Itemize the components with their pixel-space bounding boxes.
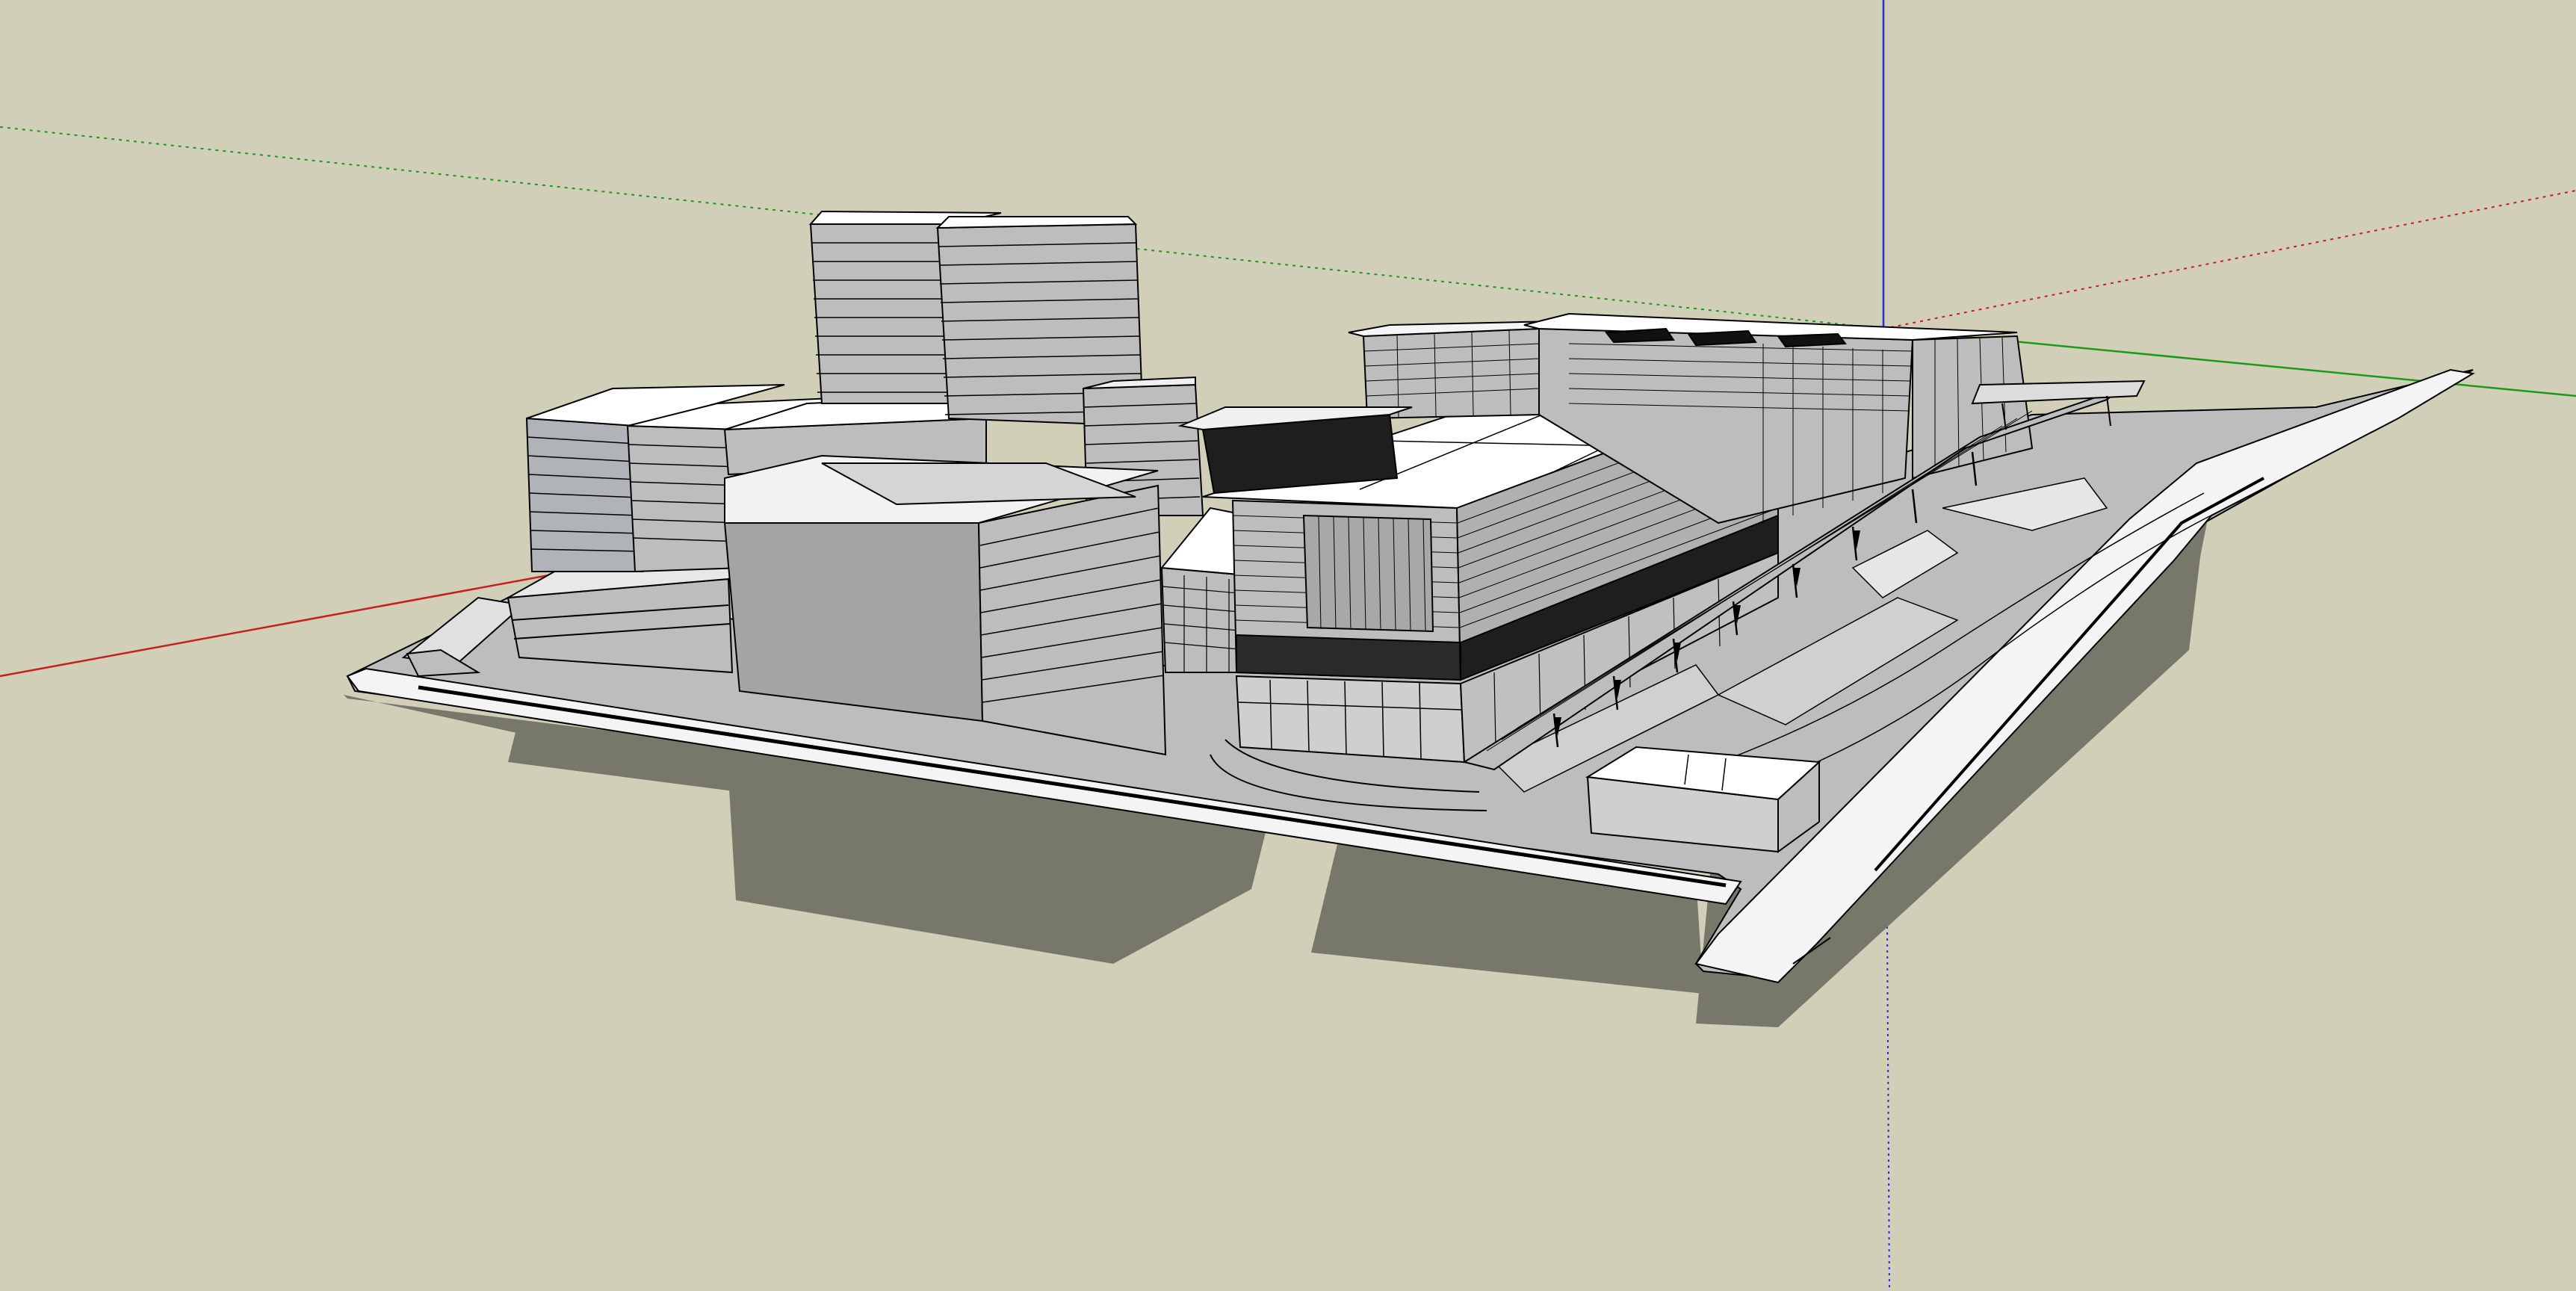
modeling-viewport[interactable] xyxy=(0,0,2576,1291)
scene-canvas[interactable] xyxy=(0,0,2576,1291)
red-axis-negative xyxy=(1883,190,2576,329)
front-low-block xyxy=(1585,746,1821,853)
